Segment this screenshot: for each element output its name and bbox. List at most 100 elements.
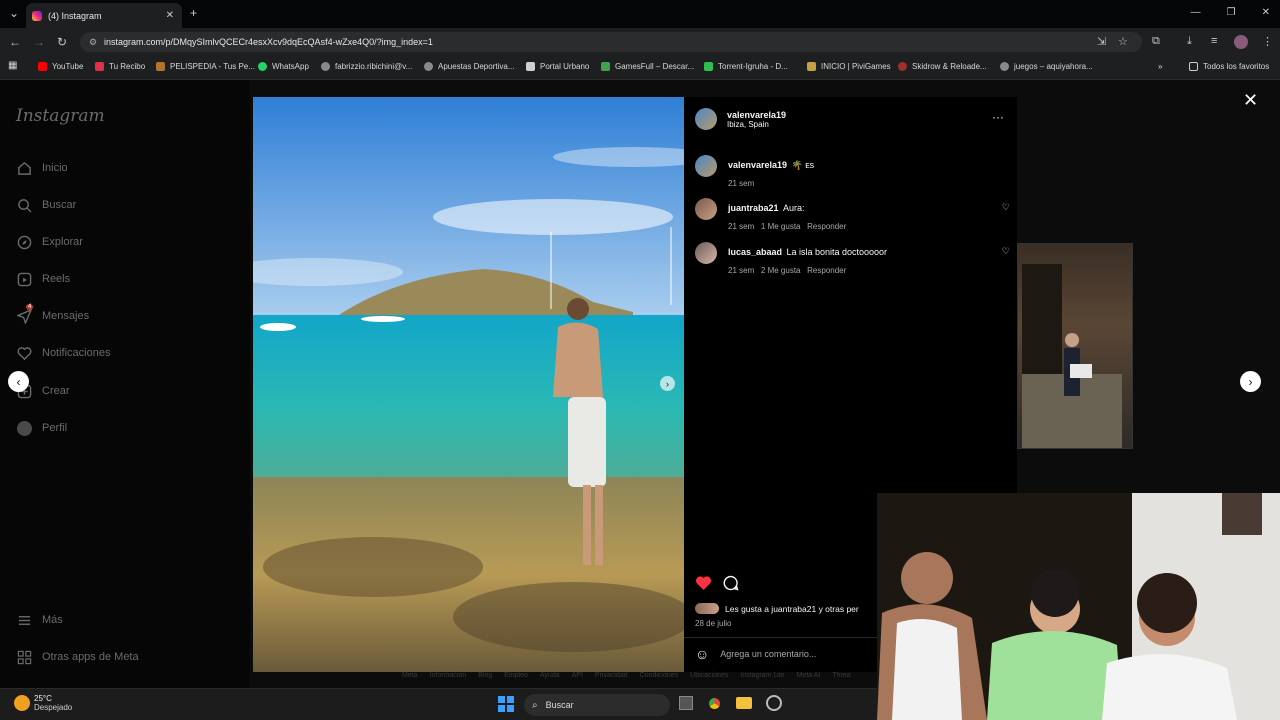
bookmark-skidrow[interactable]: Skidrow & Reloade... bbox=[898, 62, 987, 71]
footer-link[interactable]: Meta AI bbox=[797, 672, 821, 679]
sidebar-item-explorar[interactable]: Explorar bbox=[16, 234, 83, 250]
footer-link[interactable]: Meta bbox=[402, 672, 418, 679]
next-post-preview[interactable] bbox=[1017, 243, 1133, 449]
bookmark-star-icon[interactable]: ☆ bbox=[1118, 35, 1128, 48]
instagram-logo[interactable]: Instagram bbox=[16, 106, 105, 126]
post-location[interactable]: Ibiza, Spain bbox=[727, 120, 786, 129]
footer-link[interactable]: Threa bbox=[832, 672, 850, 679]
comment-avatar[interactable] bbox=[695, 198, 717, 220]
start-windows-icon[interactable] bbox=[498, 696, 514, 712]
bookmark-portal-urbano[interactable]: Portal Urbano bbox=[526, 62, 589, 71]
file-explorer-icon[interactable] bbox=[736, 697, 752, 709]
liked-by-text: Les gusta a juantraba21 y otras per bbox=[725, 603, 859, 614]
sidebar-item-perfil[interactable]: Perfil bbox=[16, 420, 67, 436]
new-tab-icon[interactable]: + bbox=[190, 6, 197, 20]
minimize-icon[interactable]: — bbox=[1191, 7, 1201, 18]
bookmark-fabrizzio[interactable]: fabrizzio.ribichini@v... bbox=[321, 62, 412, 71]
comment-username[interactable]: lucas_abaad bbox=[728, 247, 782, 257]
footer-link[interactable]: Condiciones bbox=[640, 672, 679, 679]
sidebar-item-meta-apps[interactable]: Otras apps de Meta bbox=[16, 649, 139, 665]
app-icon[interactable] bbox=[766, 695, 782, 711]
next-post-icon[interactable]: › bbox=[1240, 371, 1261, 392]
footer-link[interactable]: Instagram Lite bbox=[740, 672, 784, 679]
comment-avatar[interactable] bbox=[695, 242, 717, 264]
sidebar-item-inicio[interactable]: Inicio bbox=[16, 160, 68, 176]
caption-avatar[interactable] bbox=[695, 155, 717, 177]
download-icon[interactable]: ⤓ bbox=[1187, 35, 1192, 48]
all-bookmarks[interactable]: Todos los favoritos bbox=[1189, 62, 1269, 71]
author-avatar[interactable] bbox=[695, 108, 717, 130]
post-date[interactable]: 28 de julio bbox=[695, 619, 731, 628]
footer-link[interactable]: Empleo bbox=[504, 672, 528, 679]
tab-search-chevron-icon[interactable]: ⌄ bbox=[9, 6, 19, 20]
comment-input[interactable]: Agrega un comentario... bbox=[720, 649, 816, 659]
extensions-icon[interactable]: ⧉ bbox=[1152, 35, 1160, 48]
apps-grid-icon[interactable]: ▦ bbox=[8, 60, 17, 71]
comment-time[interactable]: 21 sem bbox=[728, 266, 754, 275]
footer-link[interactable]: Ayuda bbox=[540, 672, 560, 679]
post-photo[interactable]: › bbox=[253, 97, 684, 672]
sidebar-item-mensajes[interactable]: 4 Mensajes bbox=[16, 304, 89, 324]
window-close-icon[interactable]: ✕ bbox=[1262, 7, 1270, 18]
bookmark-whatsapp[interactable]: WhatsApp bbox=[258, 62, 309, 71]
menu-kebab-icon[interactable]: ⋮ bbox=[1262, 35, 1273, 48]
comment-bubble-icon[interactable] bbox=[723, 575, 739, 596]
profile-avatar[interactable] bbox=[1234, 35, 1248, 49]
previous-post-icon[interactable]: ‹ bbox=[8, 371, 29, 392]
maximize-icon[interactable]: ❐ bbox=[1227, 7, 1236, 18]
back-icon[interactable]: ← bbox=[9, 35, 21, 49]
task-view-icon[interactable] bbox=[679, 696, 693, 710]
taskbar-search[interactable]: ⌕ Buscar bbox=[524, 694, 670, 716]
footer-link[interactable]: Información bbox=[430, 672, 467, 679]
footer-link[interactable]: Ubicaciones bbox=[690, 672, 728, 679]
bookmark-youtube[interactable]: YouTube bbox=[38, 62, 83, 71]
sidebar-item-mas[interactable]: Más bbox=[16, 612, 63, 628]
media-control-icon[interactable]: ≡ bbox=[1211, 35, 1217, 47]
caption-username[interactable]: valenvarela19 bbox=[728, 160, 787, 170]
bookmark-juegos[interactable]: juegos – aquiyahora... bbox=[1000, 62, 1093, 71]
chrome-icon[interactable] bbox=[706, 695, 723, 712]
bookmarks-bar: ▦ YouTube Tu Recibo PELISPEDIA - Tus Pe.… bbox=[0, 56, 1280, 80]
sidebar-item-reels[interactable]: Reels bbox=[16, 271, 70, 287]
comment-reply-button[interactable]: Responder bbox=[807, 222, 846, 231]
bookmark-gamesfull[interactable]: GamesFull – Descar... bbox=[601, 62, 694, 71]
install-app-icon[interactable]: ⇲ bbox=[1097, 35, 1106, 48]
liked-by[interactable]: Les gusta a juantraba21 y otras per bbox=[695, 603, 859, 614]
bookmark-tu-recibo[interactable]: Tu Recibo bbox=[95, 62, 145, 71]
footer-link[interactable]: API bbox=[572, 672, 583, 679]
close-modal-icon[interactable]: ✕ bbox=[1243, 90, 1258, 111]
bookmark-apuestas[interactable]: Apuestas Deportiva... bbox=[424, 62, 514, 71]
address-bar[interactable]: ⚙ instagram.com/p/DMqySImlvQCECr4esxXcv9… bbox=[80, 32, 1142, 52]
folder-icon bbox=[1189, 62, 1198, 71]
tab-close-icon[interactable]: ✕ bbox=[166, 10, 174, 21]
tab-instagram[interactable]: (4) Instagram ✕ bbox=[26, 3, 182, 28]
like-heart-icon[interactable] bbox=[695, 575, 712, 596]
bookmarks-overflow-icon[interactable]: » bbox=[1158, 62, 1162, 71]
comment-time[interactable]: 21 sem bbox=[728, 222, 754, 231]
globe-icon bbox=[424, 62, 433, 71]
author-username[interactable]: valenvarela19 bbox=[727, 110, 786, 120]
emoji-icon[interactable]: ☺ bbox=[695, 646, 709, 662]
reload-icon[interactable]: ↻ bbox=[57, 35, 67, 49]
next-post-image bbox=[1022, 264, 1122, 448]
more-options-icon[interactable]: ··· bbox=[992, 110, 1004, 124]
bookmark-pelispedia[interactable]: PELISPEDIA - Tus Pe... bbox=[156, 62, 255, 71]
footer-link[interactable]: Privacidad bbox=[595, 672, 628, 679]
sidebar-item-buscar[interactable]: Buscar bbox=[16, 197, 76, 213]
forward-icon[interactable]: → bbox=[33, 35, 45, 49]
comment-like-heart-icon[interactable]: ♡ bbox=[1002, 202, 1010, 231]
site-info-icon[interactable]: ⚙ bbox=[89, 37, 97, 48]
hamburger-icon bbox=[16, 612, 32, 628]
next-image-icon[interactable]: › bbox=[660, 376, 675, 391]
bookmark-torrent-igruha[interactable]: Torrent-Igruha - D... bbox=[704, 62, 788, 71]
comment-likes[interactable]: 1 Me gusta bbox=[761, 222, 801, 231]
comment-username[interactable]: juantraba21 bbox=[728, 203, 779, 213]
comment-likes[interactable]: 2 Me gusta bbox=[761, 266, 801, 275]
caption-time[interactable]: 21 sem bbox=[728, 179, 814, 188]
sidebar-item-notificaciones[interactable]: Notificaciones bbox=[16, 345, 110, 361]
comment-like-heart-icon[interactable]: ♡ bbox=[1002, 246, 1010, 275]
comment-reply-button[interactable]: Responder bbox=[807, 266, 846, 275]
bookmark-pivigames[interactable]: INICIO | PiviGames bbox=[807, 62, 891, 71]
weather-widget[interactable]: 25°C Despejado bbox=[14, 694, 72, 712]
footer-link[interactable]: Blog bbox=[478, 672, 492, 679]
